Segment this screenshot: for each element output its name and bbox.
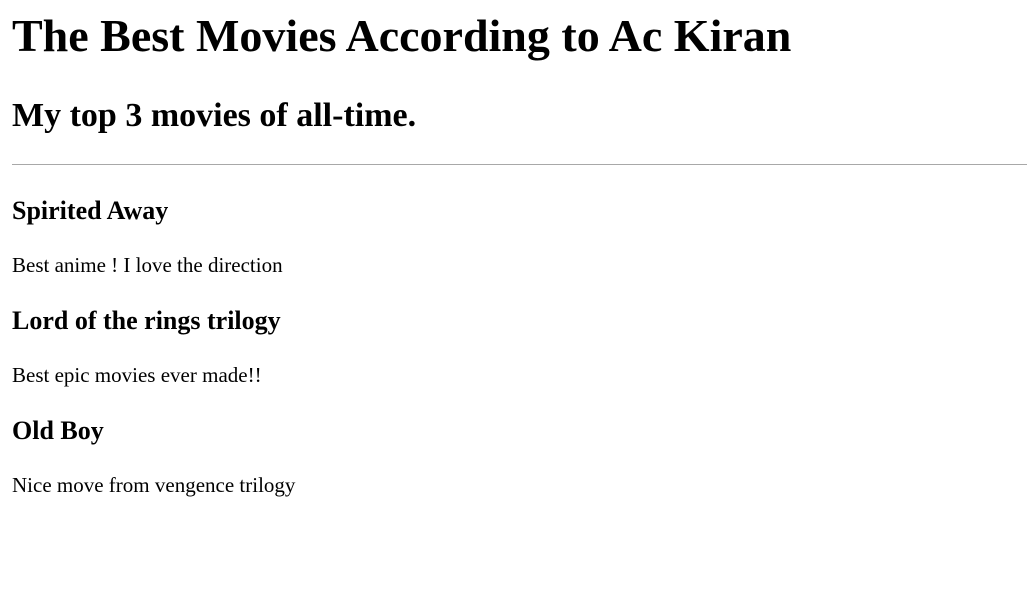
- movie-comment: Nice move from vengence trilogy: [12, 473, 296, 498]
- movie-comment: Best anime ! I love the direction: [12, 252, 283, 277]
- movie-title: Spirited Away: [12, 195, 169, 225]
- movie-item: Lord of the rings trilogy Best epic movi…: [12, 306, 1015, 388]
- movie-title: Old Boy: [12, 416, 104, 446]
- movie-item: Spirited Away Best anime ! I love the di…: [12, 196, 1015, 278]
- page-title: The Best Movies According to Ac Kiran: [12, 10, 792, 61]
- divider: [12, 163, 1027, 165]
- movie-list: Spirited Away Best anime ! I love the di…: [12, 196, 1015, 498]
- movie-comment: Best epic movies ever made!!: [12, 362, 262, 387]
- movie-item: Old Boy Nice move from vengence trilogy: [12, 416, 1015, 498]
- page-subtitle: My top 3 movies of all-time.: [12, 96, 417, 134]
- movie-title: Lord of the rings trilogy: [12, 306, 281, 336]
- page-content: The Best Movies According to Ac Kiran My…: [0, 10, 1027, 498]
